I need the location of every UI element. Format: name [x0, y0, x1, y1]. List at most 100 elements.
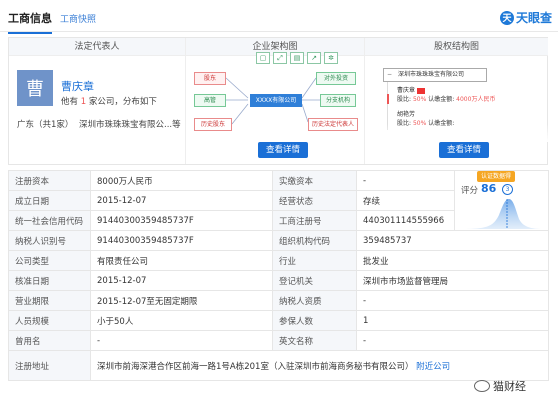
row-value: 存续 — [356, 190, 455, 211]
row-value: - — [356, 290, 549, 311]
table-row: 核准日期 2015-12-07 登记机关 深圳市市场监督管理局 — [8, 270, 549, 291]
row-value: 2015-12-07至无固定期限 — [90, 290, 273, 311]
score-distribution-chart — [459, 199, 543, 229]
logo-text: 天眼查 — [515, 11, 552, 25]
legal-representative-section: 法定代表人 曹 曹庆章 他有 1 家公司，分布如下 广东（共1家） 深圳市珠珠珠… — [9, 38, 185, 164]
row-value: 有限责任公司 — [90, 250, 273, 271]
row-value: 8000万人民币 — [90, 170, 273, 191]
row-label: 注册资本 — [8, 170, 91, 191]
tab-business-snapshot[interactable]: 工商快照 — [60, 12, 96, 25]
row-label: 纳税人资质 — [272, 290, 357, 311]
nearby-companies-link[interactable]: 附近公司 — [416, 362, 450, 372]
node-executive[interactable]: 高管 — [194, 94, 226, 107]
tree-line — [387, 82, 388, 130]
diagram-toolbar: ▢ ⤢ ▤ ↗ ✲ — [256, 52, 338, 64]
fullscreen-icon[interactable]: ▢ — [256, 52, 270, 64]
row-label: 经营状态 — [272, 190, 357, 211]
row-label: 成立日期 — [8, 190, 91, 211]
node-outbound-investment[interactable]: 对外投资 — [316, 72, 356, 85]
flag-icon — [417, 87, 426, 94]
row-value: - — [356, 330, 549, 351]
row-value: 359485737 — [356, 230, 549, 251]
score-value: 86 — [481, 182, 497, 195]
row-label: 工商注册号 — [272, 210, 357, 231]
tab-business-info[interactable]: 工商信息 — [8, 10, 52, 34]
holder-1-ratio-label: 股比: — [397, 96, 412, 103]
company-count: 1 — [80, 97, 87, 107]
row-label: 实缴资本 — [272, 170, 357, 191]
diagram-detail-button[interactable]: 查看详情 — [258, 142, 309, 158]
row-value: 91440300359485737F — [90, 210, 273, 231]
legal-rep-company-link[interactable]: 深圳市珠珠珠宝有限公...等 — [79, 118, 183, 130]
avatar[interactable]: 曹 — [17, 70, 53, 106]
equity-detail-button[interactable]: 查看详情 — [439, 142, 490, 158]
row-value: 小于50人 — [90, 310, 273, 331]
watermark: 猫财经 — [474, 378, 526, 394]
table-row: 曾用名 - 英文名称 - — [8, 330, 549, 351]
desc-prefix: 他有 — [61, 97, 79, 107]
holder-1-amount: 4000万人民币 — [456, 96, 496, 103]
row-value: 2015-12-07 — [90, 190, 273, 211]
equity-structure-section: 股权结构图 深圳市珠珠珠宝有限公司 曹庆章 股比: 50% 认缴金额: 4000… — [365, 38, 548, 164]
row-value: 1 — [356, 310, 549, 331]
row-value: - — [90, 330, 273, 351]
enterprise-diagram-section: 企业架构图 ▢ ⤢ ▤ ↗ ✲ 股东 高管 历史股东 XXXX有限公司 对外投资… — [185, 38, 365, 164]
holder-bar — [387, 94, 389, 104]
row-value: 深圳市市场监督管理局 — [356, 270, 549, 291]
table-row: 注册地址 深圳市前海深港合作区前海一路1号A栋201室（入驻深圳市前海商务秘书有… — [8, 350, 549, 381]
score-label: 评分 — [461, 186, 479, 196]
node-history-legal-rep[interactable]: 历史法定代表人 — [308, 118, 358, 131]
row-label: 公司类型 — [8, 250, 91, 271]
row-label: 行业 — [272, 250, 357, 271]
tianyancha-logo[interactable]: 天 天眼查 — [499, 9, 552, 26]
summary-panel: 法定代表人 曹 曹庆章 他有 1 家公司，分布如下 广东（共1家） 深圳市珠珠珠… — [8, 37, 548, 165]
table-row: 纳税人识别号 91440300359485737F 组织机构代码 3594857… — [8, 230, 549, 251]
wechat-icon — [474, 380, 490, 392]
table-row: 公司类型 有限责任公司 行业 批发业 — [8, 250, 549, 271]
row-value: 2015-12-07 — [90, 270, 273, 291]
watermark-text: 猫财经 — [493, 380, 526, 393]
holder-1-amount-label: 认缴金额: — [428, 96, 455, 103]
address-text: 深圳市前海深港合作区前海一路1号A栋201室（入驻深圳市前海商务秘书有限公司） — [97, 361, 414, 372]
row-label: 纳税人识别号 — [8, 230, 91, 251]
row-label: 曾用名 — [8, 330, 91, 351]
row-value: - — [356, 170, 455, 191]
score-badge: 认证数据得 — [477, 171, 516, 182]
row-label: 参保人数 — [272, 310, 357, 331]
equity-structure-header: 股权结构图 — [365, 38, 548, 56]
holder-1-name: 曹庆章 — [397, 87, 416, 94]
node-history-shareholder[interactable]: 历史股东 — [194, 118, 232, 131]
node-branch[interactable]: 分支机构 — [320, 94, 356, 107]
holder-2-name: 胡艳芳 — [397, 111, 416, 118]
node-center-company[interactable]: XXXX有限公司 — [250, 94, 302, 107]
row-label: 登记机关 — [272, 270, 357, 291]
save-icon[interactable]: ▤ — [290, 52, 304, 64]
top-tab-bar: 工商信息 工商快照 天 天眼查 — [0, 0, 558, 34]
row-label: 核准日期 — [8, 270, 91, 291]
legal-rep-name[interactable]: 曹庆章 — [61, 78, 94, 94]
table-row: 营业期限 2015-12-07至无固定期限 纳税人资质 - — [8, 290, 549, 311]
share-icon[interactable]: ↗ — [307, 52, 321, 64]
row-value: 440301114555966 — [356, 210, 455, 231]
holder-1-ratio: 50% — [412, 96, 427, 103]
row-label: 统一社会信用代码 — [8, 210, 91, 231]
fade-overlay — [365, 124, 548, 142]
equity-company-box[interactable]: 深圳市珠珠珠宝有限公司 — [383, 68, 487, 82]
score-info-icon[interactable]: 3 — [502, 184, 513, 195]
table-row: 人员规模 小于50人 参保人数 1 — [8, 310, 549, 331]
row-label: 英文名称 — [272, 330, 357, 351]
legal-rep-location: 广东（共1家） — [17, 120, 74, 130]
legal-rep-desc: 他有 1 家公司，分布如下 — [61, 95, 157, 107]
table-row: 注册资本 8000万人民币 实缴资本 - 认证数据得 评分 86 3 — [8, 170, 549, 231]
score-panel[interactable]: 认证数据得 评分 86 3 — [454, 170, 549, 231]
row-label: 组织机构代码 — [272, 230, 357, 251]
legal-rep-header: 法定代表人 — [9, 38, 185, 56]
desc-suffix: 家公司，分布如下 — [88, 97, 157, 107]
expand-icon[interactable]: ⤢ — [273, 52, 287, 64]
settings-icon[interactable]: ✲ — [324, 52, 338, 64]
address-value: 深圳市前海深港合作区前海一路1号A栋201室（入驻深圳市前海商务秘书有限公司） … — [90, 350, 549, 381]
row-value: 91440300359485737F — [90, 230, 273, 251]
node-shareholder[interactable]: 股东 — [194, 72, 226, 85]
row-value: 批发业 — [356, 250, 549, 271]
holder-1[interactable]: 曹庆章 股比: 50% 认缴金额: 4000万人民币 — [397, 86, 495, 104]
